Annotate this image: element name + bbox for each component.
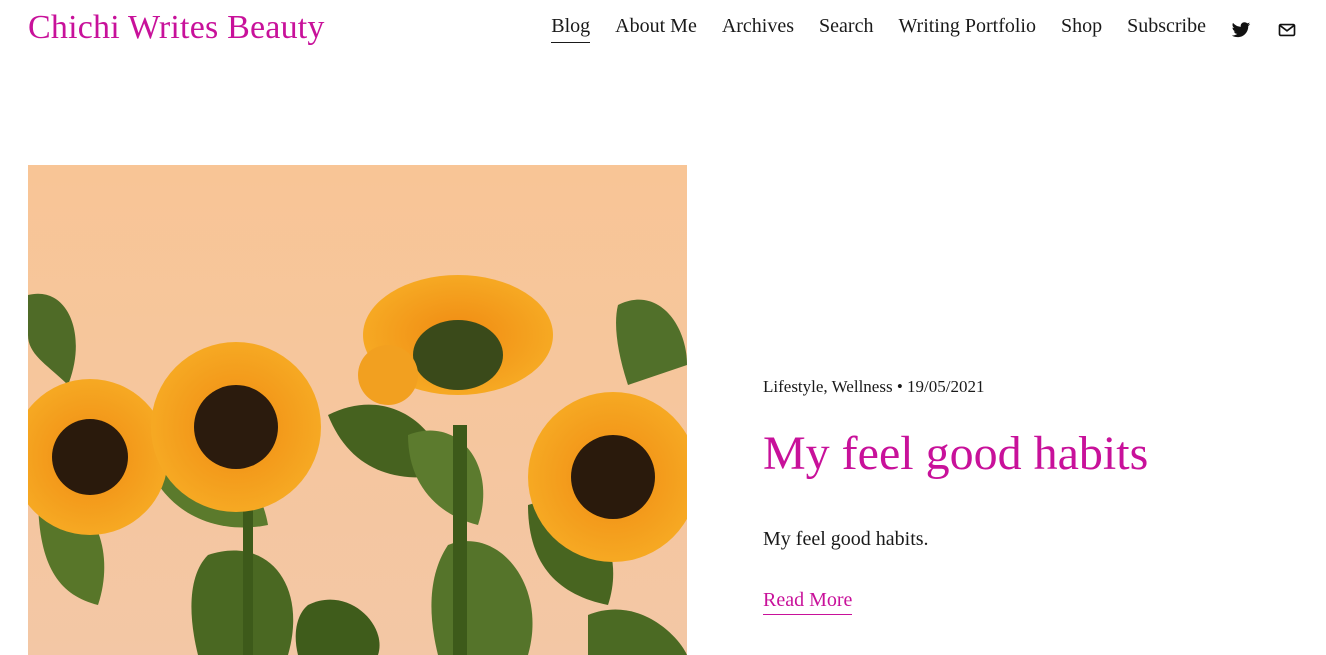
main-nav: Blog About Me Archives Search Writing Po… [551, 15, 1206, 43]
post-featured-image[interactable] [28, 165, 687, 655]
nav-writing-portfolio[interactable]: Writing Portfolio [898, 15, 1036, 43]
nav-blog[interactable]: Blog [551, 15, 591, 43]
nav-about-me[interactable]: About Me [615, 15, 697, 43]
nav-archives[interactable]: Archives [722, 15, 794, 43]
site-title[interactable]: Chichi Writes Beauty [28, 9, 325, 47]
post-title[interactable]: My feel good habits [763, 426, 1148, 481]
post-categories[interactable]: Lifestyle, Wellness [763, 377, 893, 396]
nav-shop[interactable]: Shop [1061, 15, 1102, 43]
read-more-link[interactable]: Read More [763, 589, 853, 615]
meta-separator: • [896, 377, 903, 396]
post-meta: Lifestyle, Wellness • 19/05/2021 [763, 377, 984, 397]
twitter-icon[interactable] [1231, 20, 1251, 40]
mail-icon[interactable] [1277, 20, 1297, 40]
nav-search[interactable]: Search [819, 15, 873, 43]
nav-subscribe[interactable]: Subscribe [1127, 15, 1206, 43]
post-excerpt: My feel good habits. [763, 528, 929, 550]
post-date: 19/05/2021 [907, 377, 985, 396]
